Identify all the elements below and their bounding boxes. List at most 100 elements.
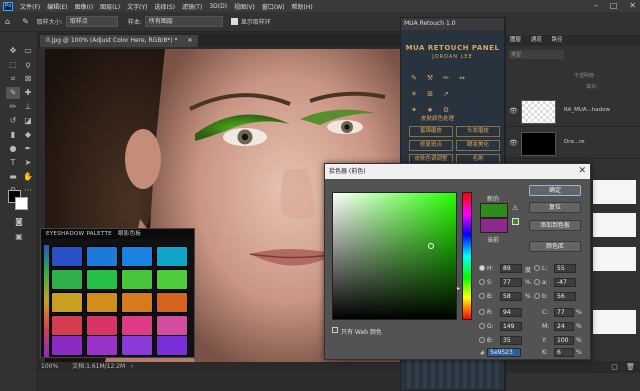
swatch-pan[interactable]: [86, 246, 118, 267]
blur-icon[interactable]: ◆: [21, 129, 35, 141]
web-safe-icon[interactable]: [512, 218, 519, 225]
hue-slider-handle[interactable]: ▸: [457, 285, 460, 292]
b-lab-radio[interactable]: [534, 293, 540, 299]
a-radio[interactable]: [534, 279, 540, 285]
swatch-pan[interactable]: [51, 335, 83, 356]
visibility-icon[interactable]: 👁: [509, 107, 518, 115]
lasso-icon[interactable]: ϙ: [21, 59, 35, 71]
artboard-icon[interactable]: ▭: [21, 45, 35, 57]
g-radio[interactable]: [479, 323, 485, 329]
menu-file[interactable]: 文件(F): [20, 2, 40, 11]
l-radio[interactable]: [534, 265, 540, 271]
h-input[interactable]: 89: [500, 264, 522, 273]
pen-icon[interactable]: ✒: [21, 143, 35, 155]
arrow-icon[interactable]: ➚: [441, 90, 451, 99]
background-swatch[interactable]: [15, 197, 28, 210]
brush-icon[interactable]: ✏: [441, 74, 451, 83]
out-of-gamut-icon[interactable]: ⚠: [512, 204, 518, 212]
hex-input[interactable]: 5e9523: [487, 348, 521, 357]
swatch-pan[interactable]: [51, 315, 83, 336]
hand-icon[interactable]: ✋: [21, 171, 35, 183]
quick-mask-icon[interactable]: ◙: [12, 216, 26, 228]
swatch-pan[interactable]: [86, 269, 118, 290]
blue-radio[interactable]: [479, 337, 485, 343]
marquee-icon[interactable]: ⬚: [6, 59, 20, 71]
swatch-pan[interactable]: [121, 292, 153, 313]
type-icon[interactable]: T: [6, 157, 20, 169]
menu-window[interactable]: 窗口(W): [262, 2, 285, 11]
g-input[interactable]: 149: [500, 322, 522, 331]
s-input[interactable]: 77: [500, 278, 522, 287]
move-icon[interactable]: ✥: [6, 45, 20, 57]
eye-makeup-button[interactable]: 眼妆美化: [456, 140, 500, 151]
swatch-pan[interactable]: [156, 246, 188, 267]
s-radio[interactable]: [479, 279, 485, 285]
web-only-checkbox[interactable]: [332, 327, 338, 333]
menu-type[interactable]: 文字(Y): [127, 2, 147, 11]
m-input[interactable]: 24: [554, 322, 574, 331]
swatch-pan[interactable]: [121, 269, 153, 290]
current-color-swatch[interactable]: [480, 218, 508, 233]
more-tools-icon[interactable]: ···: [21, 185, 35, 197]
add-to-swatches-button[interactable]: 添加到色板: [529, 220, 581, 231]
crop-icon[interactable]: ⌗: [6, 73, 20, 85]
menu-layer[interactable]: 图层(L): [100, 2, 120, 11]
pen-icon[interactable]: ✎: [409, 74, 419, 83]
screen-mode-icon[interactable]: ▣: [12, 231, 26, 243]
color-libraries-button[interactable]: 颜色库: [529, 241, 581, 252]
close-icon[interactable]: ✕: [629, 1, 636, 10]
b-lab-input[interactable]: 56: [554, 292, 576, 301]
b-input[interactable]: 58: [500, 292, 522, 301]
close-icon[interactable]: ✕: [578, 164, 586, 179]
tool-icon[interactable]: ⚒: [425, 74, 435, 83]
eraser-icon[interactable]: ◪: [21, 115, 35, 127]
menu-3d[interactable]: 3D(D): [209, 3, 227, 10]
ok-button[interactable]: 确定: [529, 185, 581, 196]
zoom-level[interactable]: 100%: [41, 363, 58, 370]
menu-view[interactable]: 视图(V): [234, 2, 255, 11]
stamp-icon[interactable]: ⊥: [21, 101, 35, 113]
maximize-icon[interactable]: □: [610, 1, 618, 10]
tab-channels[interactable]: 通道: [531, 37, 542, 43]
menu-select[interactable]: 选择(S): [154, 2, 175, 11]
a-input[interactable]: -47: [554, 278, 576, 287]
swatch-pan[interactable]: [121, 315, 153, 336]
color-field[interactable]: [332, 192, 457, 320]
swatch-pan[interactable]: [156, 269, 188, 290]
dodge-icon[interactable]: ●: [6, 143, 20, 155]
menu-help[interactable]: 帮助(H): [292, 2, 313, 11]
menu-image[interactable]: 图像(I): [75, 2, 93, 11]
shape-icon[interactable]: ▬: [6, 171, 20, 183]
swatch-pan[interactable]: [51, 269, 83, 290]
swatch-pan[interactable]: [51, 246, 83, 267]
r-radio[interactable]: [479, 309, 485, 315]
r-input[interactable]: 94: [500, 308, 522, 317]
swatch-pan[interactable]: [156, 292, 188, 313]
gradient-icon[interactable]: ▮: [6, 129, 20, 141]
y-input[interactable]: 100: [554, 336, 574, 345]
l-input[interactable]: 55: [554, 264, 576, 273]
c-input[interactable]: 77: [554, 308, 574, 317]
spot-repair-button[interactable]: 修复斑点: [409, 140, 453, 151]
eyedropper-icon[interactable]: ✎: [22, 17, 29, 26]
h-radio[interactable]: [479, 265, 485, 271]
hair-smooth-button[interactable]: 头发磨皮: [456, 126, 500, 137]
menu-edit[interactable]: 编辑(E): [47, 2, 67, 11]
status-arrow-icon[interactable]: ›: [131, 363, 133, 370]
swatch-pan[interactable]: [51, 292, 83, 313]
swatch-pan[interactable]: [156, 315, 188, 336]
minimize-icon[interactable]: –: [594, 1, 598, 10]
swatch-pan[interactable]: [86, 292, 118, 313]
path-select-icon[interactable]: ➤: [21, 157, 35, 169]
sample-select[interactable]: 所有图层: [144, 16, 223, 27]
swatch-pan[interactable]: [121, 246, 153, 267]
brush-icon[interactable]: ✏: [6, 101, 20, 113]
show-ring-checkbox[interactable]: [230, 18, 238, 25]
blue-input[interactable]: 35: [500, 336, 522, 345]
skin-smooth-button[interactable]: 蜜铸磨皮: [409, 126, 453, 137]
wand-icon[interactable]: ✦: [409, 106, 419, 115]
swatch-pan[interactable]: [156, 335, 188, 356]
layer-row[interactable]: 👁 RA_MUA...hadow: [506, 97, 640, 127]
sample-size-select[interactable]: 取样点: [65, 16, 118, 27]
layer-row[interactable]: 👁 Dra...re: [506, 129, 640, 159]
